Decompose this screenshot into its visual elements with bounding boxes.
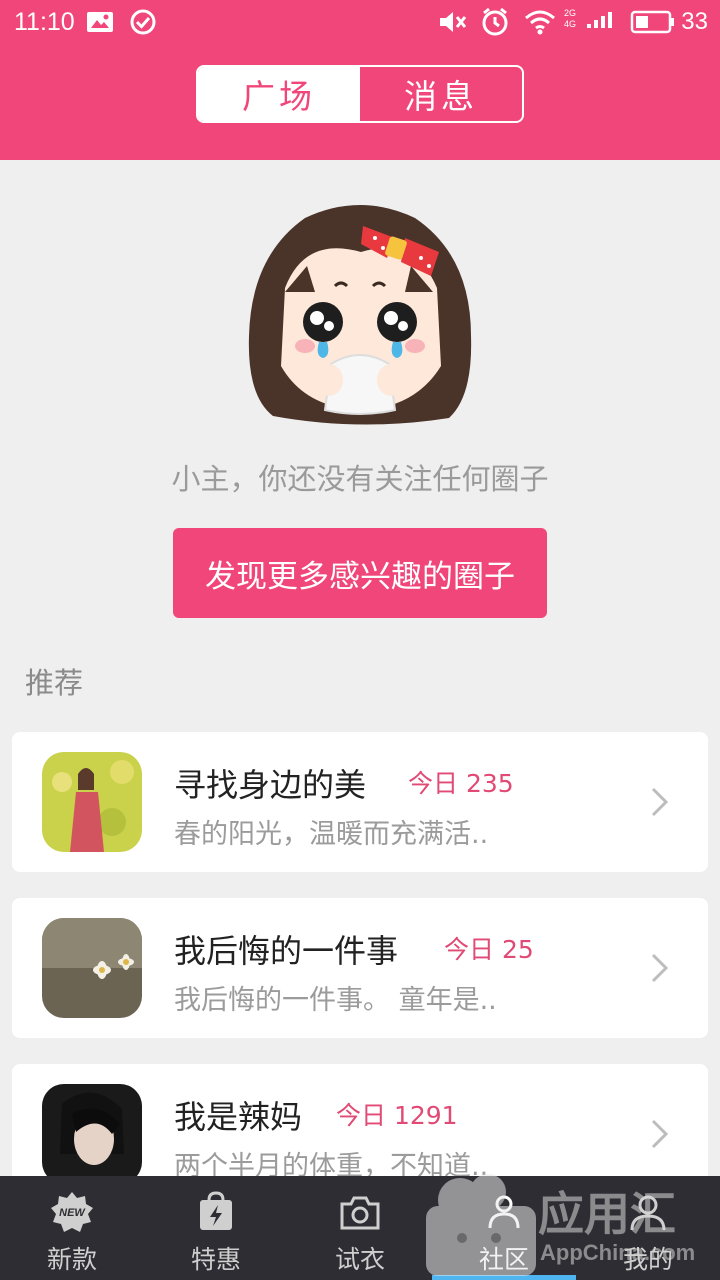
wifi-icon <box>524 8 556 36</box>
circle-title: 我后悔的一件事 <box>174 932 399 970</box>
discover-circles-button[interactable]: 发现更多感兴趣的圈子 <box>173 528 547 618</box>
segmented-tabs: 广场 消息 <box>196 65 524 123</box>
new-icon: NEW <box>51 1192 93 1232</box>
lightning-bag-icon <box>200 1191 232 1230</box>
watermark-en: AppChina.com <box>540 1240 695 1265</box>
chevron-right-icon <box>651 1119 669 1149</box>
mute-icon <box>438 8 468 36</box>
empty-state-message: 小主，你还没有关注任何圈子 <box>171 462 549 496</box>
battery-icon <box>630 8 676 36</box>
tab-messages[interactable]: 消息 <box>360 67 522 121</box>
network-label-2g: 2G <box>564 8 577 18</box>
circle-thumbnail <box>42 1084 142 1184</box>
camera-icon <box>340 1196 380 1230</box>
circle-card[interactable]: 寻找身边的美 今日 235 春的阳光，温暖而充满活.. <box>12 732 708 872</box>
check-circle-icon <box>130 8 156 36</box>
chevron-right-icon <box>651 953 669 983</box>
circle-card[interactable]: 我后悔的一件事 今日 25 我后悔的一件事。 童年是.. <box>12 898 708 1038</box>
circle-title: 寻找身边的美 <box>174 766 367 804</box>
circle-thumbnail <box>42 918 142 1018</box>
chevron-right-icon <box>651 787 669 817</box>
battery-level: 33 <box>681 8 708 35</box>
notification-picture-icon <box>86 8 114 36</box>
alarm-icon <box>480 7 510 36</box>
appchina-watermark: 应用汇 AppChina.com <box>426 1174 695 1276</box>
nav-label-new: 新款 <box>46 1245 97 1274</box>
nav-label-try-on: 试衣 <box>334 1245 385 1274</box>
circle-thumbnail <box>42 752 142 852</box>
status-time: 11:10 <box>14 8 75 36</box>
circle-today-count: 今日 25 <box>444 935 534 964</box>
circle-today-count: 今日 235 <box>408 769 514 798</box>
signal-bars-icon <box>586 8 616 36</box>
status-bar: 11:10 2G 4G 33 <box>0 0 720 44</box>
nav-item-try-on[interactable]: 试衣 <box>288 1176 432 1280</box>
header-wave-edge <box>0 138 720 149</box>
nav-item-new[interactable]: NEW 新款 <box>0 1176 144 1280</box>
recommend-section-label: 推荐 <box>25 666 84 700</box>
signal-network-labels: 2G 4G <box>564 8 576 36</box>
circle-title: 我是辣妈 <box>174 1098 303 1136</box>
circle-description: 我后悔的一件事。 童年是.. <box>174 985 497 1016</box>
nav-item-deals[interactable]: 特惠 <box>144 1176 288 1280</box>
svg-text:NEW: NEW <box>59 1207 86 1219</box>
circle-today-count: 今日 1291 <box>336 1101 458 1130</box>
watermark-cn: 应用汇 <box>538 1187 676 1241</box>
network-label-4g: 4G <box>564 19 577 29</box>
tab-square[interactable]: 广场 <box>198 67 360 121</box>
nav-label-deals: 特惠 <box>190 1245 241 1274</box>
circle-description: 春的阳光，温暖而充满活.. <box>174 819 489 850</box>
crying-girl-illustration <box>248 205 472 425</box>
